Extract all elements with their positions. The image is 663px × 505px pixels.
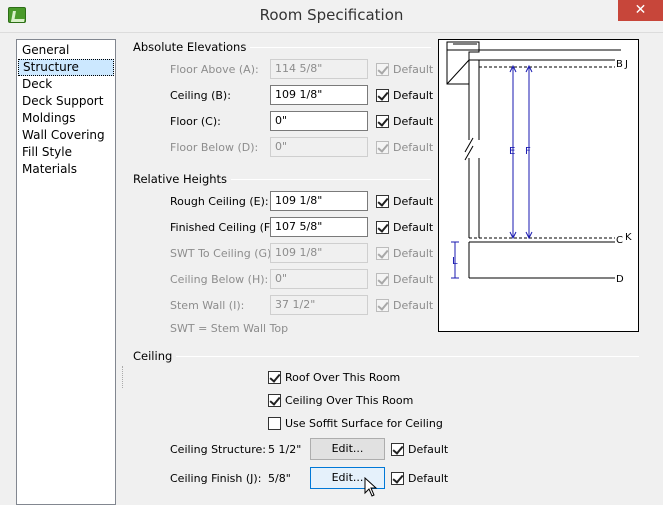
ceiling-below-default-label: Default <box>393 273 434 286</box>
label-f: F <box>525 146 531 157</box>
relative-heights-heading: Relative Heights <box>133 172 232 186</box>
finished-ceiling-default-label: Default <box>393 221 434 234</box>
floor-label: Floor (C): <box>170 115 221 128</box>
nav-item-structure[interactable]: Structure <box>18 59 114 76</box>
splitter-grip[interactable] <box>122 366 124 388</box>
ceiling-structure-default-checkbox[interactable] <box>391 443 404 456</box>
label-j: J <box>624 59 628 70</box>
floor-above-field[interactable]: 114 5/8" <box>270 59 368 79</box>
swt-note: SWT = Stem Wall Top <box>170 322 289 335</box>
rough-ceiling-default-label: Default <box>393 195 434 208</box>
nav-item-fill-style[interactable]: Fill Style <box>18 144 114 161</box>
close-button[interactable]: ✕ <box>618 0 663 21</box>
ceiling-label: Ceiling (B): <box>170 89 231 102</box>
nav-item-deck[interactable]: Deck <box>18 76 114 93</box>
ceiling-over-room-checkbox[interactable] <box>268 394 281 407</box>
label-e: E <box>509 146 515 157</box>
nav-item-deck-support[interactable]: Deck Support <box>18 93 114 110</box>
label-d: D <box>616 274 624 285</box>
stem-wall-field[interactable]: 37 1/2" <box>270 295 368 315</box>
nav-item-general[interactable]: General <box>18 42 114 59</box>
ceiling-structure-label: Ceiling Structure: <box>170 443 266 456</box>
mouse-cursor-icon <box>364 477 378 497</box>
rough-ceiling-field[interactable]: 109 1/8" <box>270 191 368 211</box>
ceiling-default-checkbox[interactable] <box>376 89 389 102</box>
title-bar: Room Specification ✕ <box>0 0 663 33</box>
ceiling-finish-value: 5/8" <box>268 472 291 485</box>
ceiling-below-label: Ceiling Below (H): <box>170 273 269 286</box>
swt-to-ceiling-default-label: Default <box>393 247 434 260</box>
roof-over-room-checkbox[interactable] <box>268 371 281 384</box>
ceiling-below-default-checkbox[interactable] <box>376 273 389 286</box>
swt-to-ceiling-default-checkbox[interactable] <box>376 247 389 260</box>
stem-wall-default-label: Default <box>393 299 434 312</box>
finished-ceiling-default-checkbox[interactable] <box>376 221 389 234</box>
rough-ceiling-label: Rough Ceiling (E): <box>170 195 269 208</box>
soffit-surface-checkbox[interactable] <box>268 417 281 430</box>
absolute-elevations-heading: Absolute Elevations <box>133 40 251 54</box>
floor-above-default-checkbox[interactable] <box>376 63 389 76</box>
swt-to-ceiling-field[interactable]: 109 1/8" <box>270 243 368 263</box>
ceiling-structure-value: 5 1/2" <box>268 443 302 456</box>
ceiling-finish-default-checkbox[interactable] <box>391 472 404 485</box>
ceiling-below-field[interactable]: 0" <box>270 269 368 289</box>
nav-item-wall-covering[interactable]: Wall Covering <box>18 127 114 144</box>
floor-above-default-label: Default <box>393 63 434 76</box>
label-k: K <box>625 232 632 243</box>
floor-default-checkbox[interactable] <box>376 115 389 128</box>
ceiling-default-label: Default <box>393 89 434 102</box>
ceiling-heading: Ceiling <box>133 349 177 363</box>
floor-below-default-checkbox[interactable] <box>376 141 389 154</box>
elevation-drawing: B J E F C K L D <box>446 41 632 285</box>
floor-below-default-label: Default <box>393 141 434 154</box>
stem-wall-label: Stem Wall (I): <box>170 299 245 312</box>
ceiling-finish-label: Ceiling Finish (J): <box>170 472 262 485</box>
floor-below-field[interactable]: 0" <box>270 137 368 157</box>
finished-ceiling-field[interactable]: 107 5/8" <box>270 217 368 237</box>
label-c: C <box>616 235 623 246</box>
ceiling-finish-default-label: Default <box>408 472 449 485</box>
ceiling-field[interactable]: 109 1/8" <box>270 85 368 105</box>
floor-default-label: Default <box>393 115 434 128</box>
ceiling-divider <box>133 356 639 357</box>
label-b: B <box>616 59 623 70</box>
finished-ceiling-label: Finished Ceiling (F): <box>170 221 279 234</box>
soffit-surface-label: Use Soffit Surface for Ceiling <box>285 417 443 430</box>
floor-field[interactable]: 0" <box>270 111 368 131</box>
floor-below-label: Floor Below (D): <box>170 141 259 154</box>
nav-item-materials[interactable]: Materials <box>18 161 114 178</box>
window-title: Room Specification <box>259 6 404 24</box>
ceiling-over-room-label: Ceiling Over This Room <box>285 394 414 407</box>
floor-above-label: Floor Above (A): <box>170 63 259 76</box>
stem-wall-default-checkbox[interactable] <box>376 299 389 312</box>
rough-ceiling-default-checkbox[interactable] <box>376 195 389 208</box>
ceiling-structure-edit-button[interactable]: Edit... <box>310 438 385 460</box>
roof-over-room-label: Roof Over This Room <box>285 371 401 384</box>
room-elevation-diagram: B J E F C K L D <box>438 39 639 332</box>
label-l: L <box>452 256 458 267</box>
ceiling-structure-default-label: Default <box>408 443 449 456</box>
category-list[interactable]: General Structure Deck Deck Support Mold… <box>16 39 116 505</box>
swt-to-ceiling-label: SWT To Ceiling (G): <box>170 247 276 260</box>
nav-item-moldings[interactable]: Moldings <box>18 110 114 127</box>
